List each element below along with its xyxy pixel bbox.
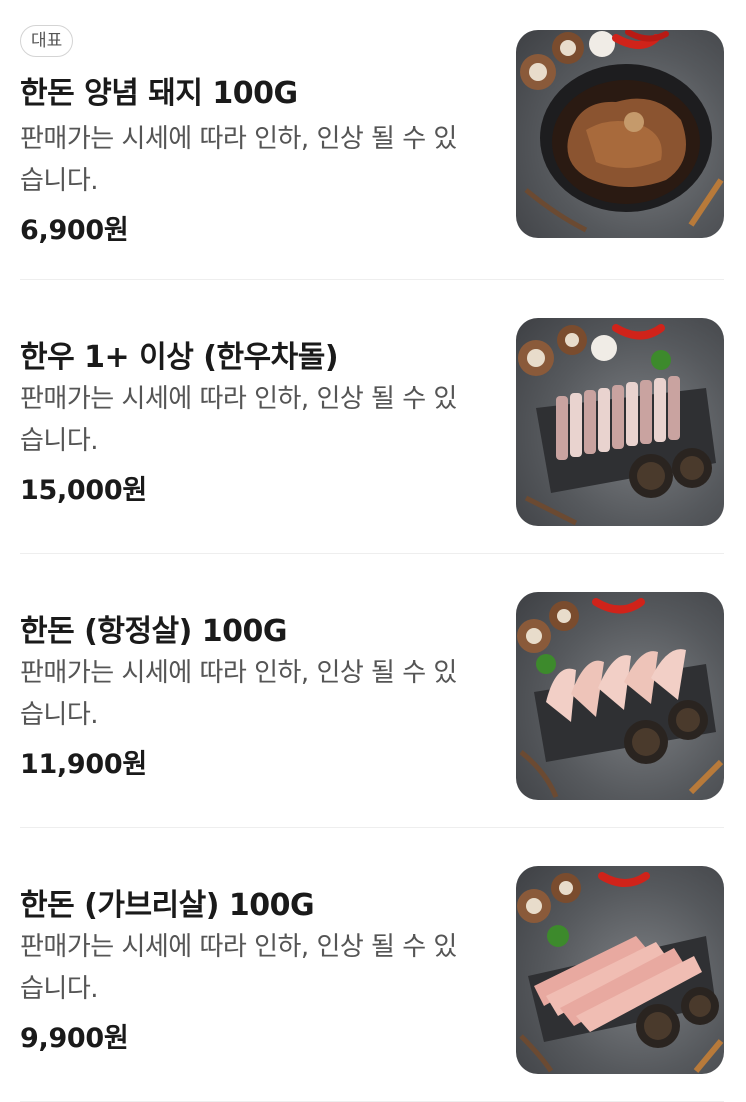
menu-item-name: 한돈 양념 돼지 100G [20,76,298,111]
menu-item[interactable]: 한돈 (가브리살) 100G 판매가는 시세에 따라 인하, 인상 될 수 있습… [20,828,724,1102]
menu-item[interactable]: 대표 한돈 양념 돼지 100G 판매가는 시세에 따라 인하, 인상 될 수 … [20,0,724,280]
menu-item-name: 한돈 (항정살) 100G [20,614,288,649]
menu-item-description: 판매가는 시세에 따라 인하, 인상 될 수 있습니다. [20,124,457,196]
menu-item-price: 11,900원 [20,749,147,780]
menu-item-name: 한돈 (가브리살) 100G [20,888,315,923]
pork-jowl-photo[interactable] [516,592,724,800]
menu-item-price: 15,000원 [20,475,147,506]
menu-item-description: 판매가는 시세에 따라 인하, 인상 될 수 있습니다. [20,384,457,456]
menu-item[interactable]: 한돈 (항정살) 100G 판매가는 시세에 따라 인하, 인상 될 수 있습니… [20,554,724,828]
menu-list: 대표 한돈 양념 돼지 100G 판매가는 시세에 따라 인하, 인상 될 수 … [0,0,746,1102]
beef-brisket-photo[interactable] [516,318,724,526]
menu-item-description: 판매가는 시세에 따라 인하, 인상 될 수 있습니다. [20,932,457,1004]
menu-item-price: 6,900원 [20,215,129,246]
marinated-pork-photo[interactable] [516,30,724,238]
menu-item[interactable]: 한우 1+ 이상 (한우차돌) 판매가는 시세에 따라 인하, 인상 될 수 있… [20,280,724,554]
signature-badge: 대표 [20,25,74,57]
menu-item-name: 한우 1+ 이상 (한우차돌) [20,340,339,375]
menu-item-price: 9,900원 [20,1023,129,1054]
pork-neck-photo[interactable] [516,866,724,1074]
menu-item-description: 판매가는 시세에 따라 인하, 인상 될 수 있습니다. [20,658,457,730]
